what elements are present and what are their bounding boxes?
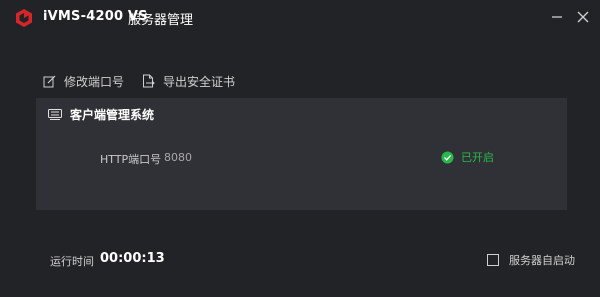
- window-title: 服务器管理: [128, 13, 194, 28]
- runtime-label: 运行时间: [50, 255, 94, 268]
- status-label: 已开启: [461, 151, 494, 164]
- edit-port-button[interactable]: 修改端口号: [43, 72, 124, 90]
- status-indicator: 已开启: [441, 149, 494, 165]
- hikvision-logo-icon: [16, 9, 32, 27]
- main-window: iVMS-4200 VS 服务器管理 修改端口号 导出安全证书 客户端管理系统 …: [0, 0, 600, 297]
- export-cert-label: 导出安全证书: [163, 74, 236, 89]
- check-circle-icon: [441, 151, 454, 163]
- export-file-icon: [143, 74, 155, 88]
- server-icon: [48, 109, 62, 120]
- runtime-value: 00:00:13: [100, 251, 165, 266]
- autostart-toggle[interactable]: 服务器自启动: [487, 252, 575, 268]
- title-bar[interactable]: iVMS-4200 VS 服务器管理: [0, 0, 600, 36]
- edit-icon: [43, 75, 56, 87]
- panel-title: 客户端管理系统: [70, 108, 155, 122]
- autostart-checkbox[interactable]: [487, 254, 499, 266]
- minimize-icon[interactable]: [548, 8, 566, 26]
- edit-port-label: 修改端口号: [64, 74, 125, 89]
- panel-header: 客户端管理系统: [48, 106, 154, 123]
- http-port-label: HTTP端口号: [100, 153, 162, 166]
- autostart-label: 服务器自启动: [509, 254, 575, 267]
- close-icon[interactable]: [574, 8, 592, 26]
- export-cert-button[interactable]: 导出安全证书: [142, 72, 235, 90]
- http-port-value: 8080: [164, 151, 192, 164]
- service-panel: 客户端管理系统 HTTP端口号 8080 已开启: [36, 98, 567, 210]
